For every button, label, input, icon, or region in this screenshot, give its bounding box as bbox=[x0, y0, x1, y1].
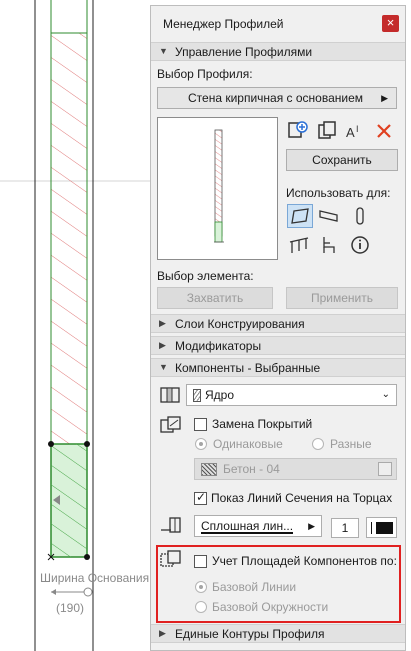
new-profile-icon[interactable] bbox=[287, 120, 309, 142]
replace-surface-label: Замена Покрытий bbox=[212, 417, 313, 431]
duplicate-profile-icon[interactable] bbox=[316, 120, 338, 142]
section-arrow-icon: ▼ bbox=[159, 362, 168, 372]
profile-manager-panel: Менеджер Профилей × ▼ Управление Профиля… bbox=[150, 5, 406, 651]
base-line-label: Базовой Линии bbox=[212, 580, 297, 594]
section-label: Компоненты - Выбранные bbox=[175, 361, 321, 375]
section-label: Управление Профилями bbox=[175, 45, 313, 59]
chevron-right-icon: ▶ bbox=[381, 93, 388, 103]
base-circle-label: Базовой Окружности bbox=[212, 600, 329, 614]
profile-dropdown[interactable]: Стена кирпичная с основанием ▶ bbox=[157, 87, 397, 109]
line-sample bbox=[201, 532, 293, 534]
dimension-label: Ширина Основания bbox=[40, 571, 150, 585]
drawing-canvas[interactable]: Ширина Основания (190) bbox=[0, 0, 150, 651]
area-label: Учет Площадей Компонентов по: bbox=[212, 554, 397, 568]
pen-color-swatch[interactable] bbox=[366, 517, 397, 538]
save-button[interactable]: Сохранить bbox=[286, 149, 398, 171]
pen-color-fill bbox=[376, 522, 393, 534]
chair-icon[interactable] bbox=[318, 234, 340, 256]
wall-icon[interactable] bbox=[287, 204, 313, 228]
apply-button[interactable]: Применить bbox=[286, 287, 398, 309]
same-label: Одинаковые bbox=[213, 437, 283, 451]
area-icon bbox=[159, 549, 181, 571]
surface-icon bbox=[159, 414, 181, 436]
chevron-right-icon: ▶ bbox=[308, 521, 315, 531]
different-radio[interactable] bbox=[312, 438, 324, 450]
show-section-lines-label: Показ Линий Сечения на Торцах bbox=[211, 491, 393, 505]
line-type-dropdown[interactable]: Сплошная лин... ▶ bbox=[194, 515, 322, 537]
component-dropdown[interactable]: Ядро ⌄ bbox=[186, 384, 397, 406]
same-radio[interactable] bbox=[195, 438, 207, 450]
chevron-down-icon: ⌄ bbox=[381, 389, 390, 400]
section-modifiers[interactable]: ▶ Модификаторы bbox=[151, 336, 405, 355]
section-construction-layers[interactable]: ▶ Слои Конструирования bbox=[151, 314, 405, 333]
section-label: Слои Конструирования bbox=[175, 317, 305, 331]
svg-text:I: I bbox=[356, 124, 359, 134]
section-arrow-icon: ▶ bbox=[159, 318, 166, 328]
section-manage-profiles[interactable]: ▼ Управление Профилями bbox=[151, 42, 405, 61]
section-arrow-icon: ▼ bbox=[159, 46, 168, 56]
show-section-lines-checkbox[interactable] bbox=[194, 490, 207, 505]
column-icon[interactable] bbox=[349, 205, 371, 227]
section-arrow-icon: ▶ bbox=[159, 628, 166, 638]
rename-icon[interactable]: AI bbox=[345, 120, 367, 142]
material-swatch-icon bbox=[201, 463, 217, 476]
use-for-label: Использовать для: bbox=[286, 186, 391, 200]
material-field[interactable]: Бетон - 04 bbox=[194, 458, 397, 480]
component-value: Ядро bbox=[205, 388, 235, 402]
section-components-selected[interactable]: ▼ Компоненты - Выбранные bbox=[151, 358, 405, 377]
profile-dropdown-value: Стена кирпичная с основанием bbox=[188, 91, 364, 105]
svg-text:A: A bbox=[346, 125, 355, 140]
panel-title: Менеджер Профилей bbox=[163, 17, 284, 31]
section-label: Модификаторы bbox=[175, 339, 262, 353]
base-line-radio[interactable] bbox=[195, 581, 207, 593]
section-label: Единые Контуры Профиля bbox=[175, 627, 325, 641]
section-arrow-icon: ▶ bbox=[159, 340, 166, 350]
delete-icon[interactable] bbox=[373, 120, 395, 142]
replace-surface-checkbox[interactable] bbox=[194, 418, 207, 431]
element-select-label: Выбор элемента: bbox=[157, 269, 254, 283]
close-icon[interactable]: × bbox=[382, 15, 399, 32]
base-circle-radio[interactable] bbox=[195, 601, 207, 613]
section-profile-contours[interactable]: ▶ Единые Контуры Профиля bbox=[151, 624, 405, 643]
material-value: Бетон - 04 bbox=[223, 462, 280, 476]
capture-button[interactable]: Захватить bbox=[157, 287, 273, 309]
wall-section-drawing bbox=[0, 0, 150, 651]
dimension-value: (190) bbox=[56, 601, 85, 615]
beam-icon[interactable] bbox=[318, 205, 340, 227]
info-icon[interactable] bbox=[349, 234, 371, 256]
fill-swatch-icon bbox=[193, 389, 201, 402]
area-checkbox[interactable] bbox=[194, 555, 207, 568]
pen-number-field[interactable]: 1 bbox=[331, 518, 359, 538]
material-browse-icon[interactable] bbox=[378, 462, 392, 476]
component-icon bbox=[159, 384, 181, 406]
profile-preview bbox=[157, 117, 278, 260]
railing-icon[interactable] bbox=[288, 234, 310, 256]
line-icon bbox=[159, 514, 181, 536]
panel-titlebar[interactable]: Менеджер Профилей × bbox=[151, 6, 405, 40]
profile-select-label: Выбор Профиля: bbox=[157, 67, 253, 81]
different-label: Разные bbox=[330, 437, 372, 451]
pen-divider bbox=[371, 522, 372, 534]
